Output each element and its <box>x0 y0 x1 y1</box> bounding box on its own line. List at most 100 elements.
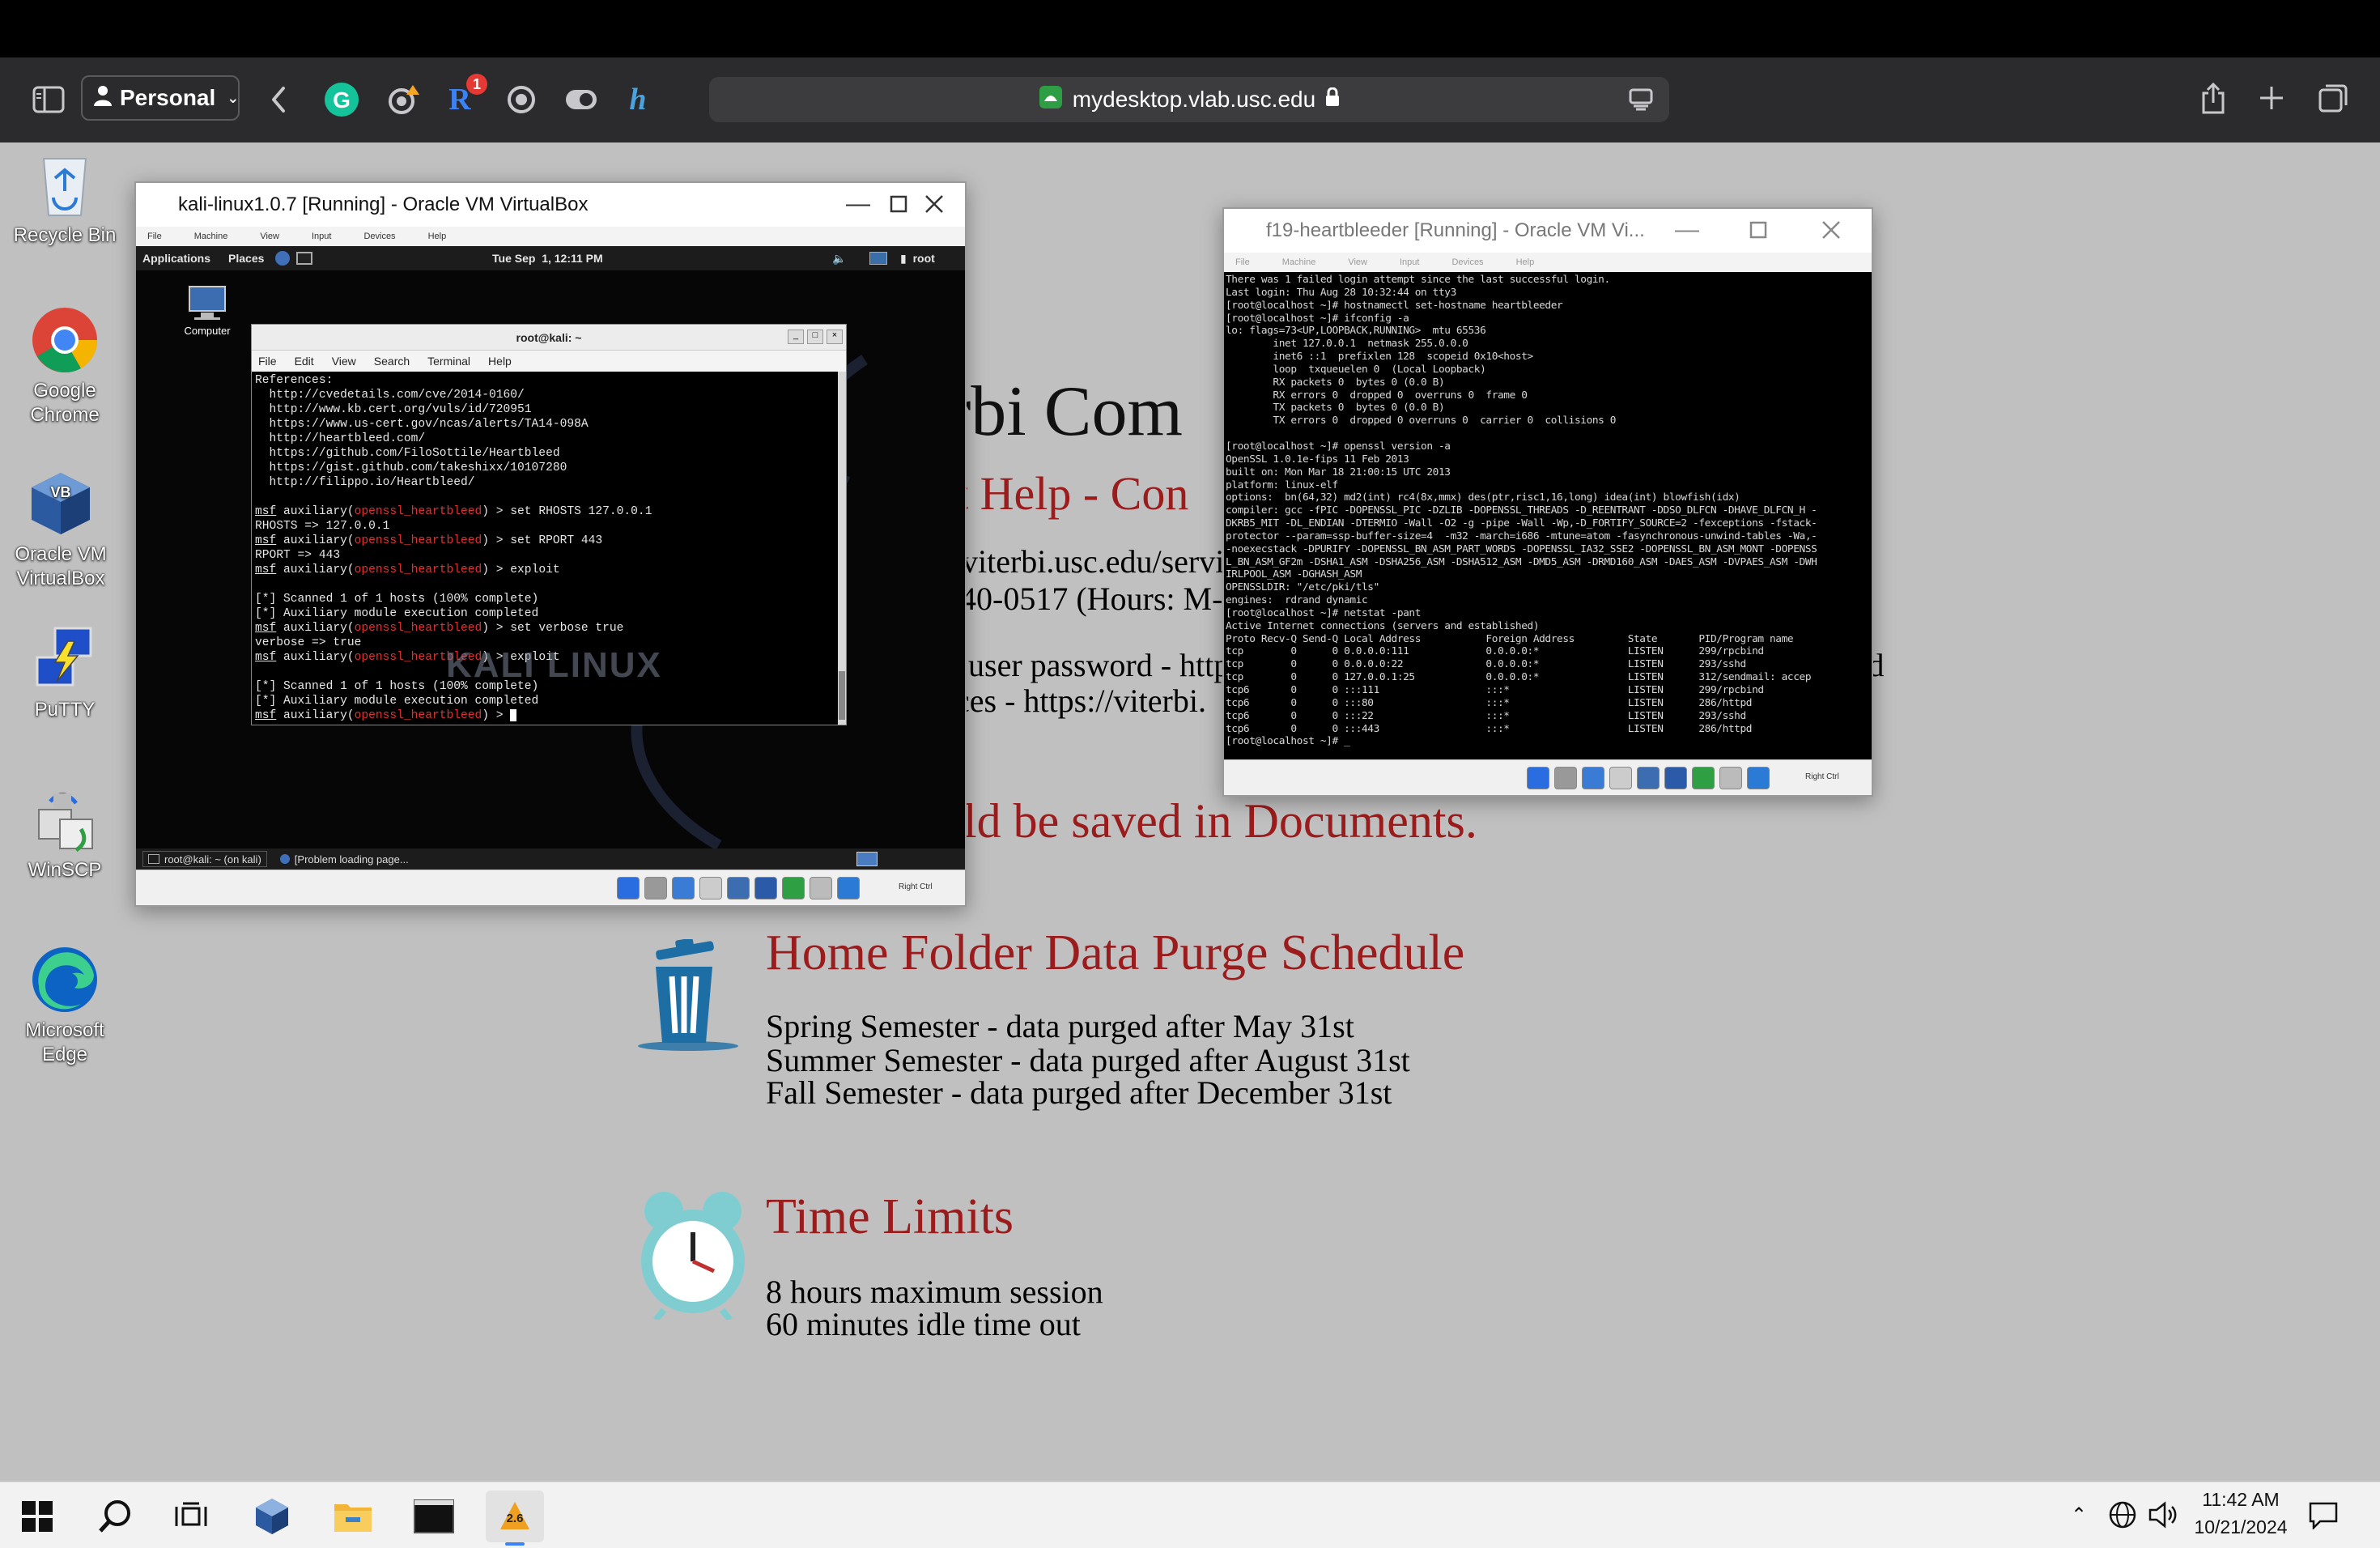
menu-item[interactable]: File <box>147 232 162 241</box>
terminal-line: [*] Scanned 1 of 1 hosts (100% complete) <box>255 593 539 606</box>
toggle-extension-icon[interactable] <box>562 80 601 119</box>
terminal-launcher-icon[interactable] <box>296 252 313 265</box>
maximize-button[interactable] <box>882 188 915 220</box>
start-button[interactable] <box>11 1491 63 1542</box>
cpu-icon[interactable] <box>782 877 805 899</box>
menu-item[interactable]: File <box>1235 257 1250 267</box>
user-menu[interactable]: ▮ root <box>900 252 935 266</box>
shared-folder-icon[interactable] <box>1582 767 1604 789</box>
notifications-icon[interactable] <box>2309 1502 2338 1533</box>
minimize-button[interactable]: — <box>842 188 874 220</box>
taskbar-terminal[interactable] <box>408 1491 460 1542</box>
host-key-label: Right Ctrl <box>899 882 933 891</box>
minimize-icon[interactable]: _ <box>788 330 804 344</box>
desktop-icon-winscp[interactable]: WinSCP <box>0 785 130 882</box>
cpu-icon[interactable] <box>1692 767 1715 789</box>
download-icon[interactable] <box>837 877 860 899</box>
menu-item[interactable]: View <box>1348 257 1367 267</box>
menu-item[interactable]: View <box>332 355 356 368</box>
taskbar-file-explorer[interactable] <box>327 1491 379 1542</box>
circle-extension-icon[interactable] <box>502 80 541 119</box>
honey-extension-icon[interactable]: h <box>618 80 657 119</box>
console-line: loop txqueuelen 0 (Local Loopback) <box>1226 363 1486 376</box>
desktop-icon-chrome[interactable]: Google Chrome <box>0 306 130 427</box>
menu-item[interactable]: Machine <box>194 232 228 241</box>
menu-item[interactable]: Search <box>374 355 410 368</box>
display-icon[interactable] <box>1609 767 1632 789</box>
close-icon[interactable]: × <box>827 330 843 344</box>
desktop-icon-virtualbox[interactable]: VB Oracle VM VirtualBox <box>0 470 130 591</box>
desktop-icon-putty[interactable]: PuTTY <box>0 625 130 722</box>
menu-item[interactable]: Edit <box>295 355 314 368</box>
menu-item[interactable]: Help <box>1516 257 1535 267</box>
terminal-window-controls[interactable]: _ □ × <box>788 330 843 344</box>
menu-item[interactable]: View <box>260 232 279 241</box>
heartbleeder-console[interactable]: There was 1 failed login attempt since t… <box>1224 272 1872 759</box>
taskbar-heartbleeder-vm[interactable]: 2.6 <box>486 1491 544 1546</box>
network-icon[interactable] <box>869 252 887 265</box>
shared-folder-icon[interactable] <box>672 877 695 899</box>
desktop-icon-edge[interactable]: Microsoft Edge <box>0 946 130 1067</box>
mouse-integration-icon[interactable] <box>810 877 832 899</box>
mouse-integration-icon[interactable] <box>1719 767 1742 789</box>
kali-guest-screen[interactable]: Applications Places Tue Sep 1, 12:11 PM … <box>136 246 965 870</box>
usb-icon[interactable] <box>1554 767 1577 789</box>
close-button[interactable] <box>918 188 950 220</box>
share-icon[interactable] <box>2197 79 2229 117</box>
taskbar-virtualbox[interactable] <box>246 1491 298 1542</box>
show-hidden-icons-button[interactable]: ⌃ <box>2071 1503 2087 1527</box>
menu-item[interactable]: Input <box>1400 257 1419 267</box>
clock-time[interactable]: 11:42 AM <box>2192 1489 2289 1511</box>
windows-logo-icon <box>22 1501 53 1532</box>
profile-button[interactable]: Personal ⌄ <box>81 75 240 121</box>
taskbar-task-browser[interactable]: [Problem loading page... <box>275 851 414 867</box>
computer-desktop-icon[interactable]: Computer <box>175 285 240 337</box>
record-extension-icon[interactable] <box>384 80 423 119</box>
language-icon[interactable] <box>2108 1500 2137 1533</box>
network-status-icon[interactable] <box>1664 767 1687 789</box>
browser-toolbar: Personal ⌄ G R 1 h mydesktop.vlab.usc.ed… <box>0 57 2380 142</box>
terminal-scrollbar[interactable] <box>838 372 846 725</box>
sidebar-toggle-icon[interactable] <box>29 82 68 117</box>
new-tab-icon[interactable] <box>2254 80 2289 116</box>
optical-drive-icon[interactable] <box>617 877 640 899</box>
console-line: tcp6 0 0 :::80 :::* LISTEN 286/httpd <box>1226 696 1753 709</box>
maximize-button[interactable] <box>1742 214 1774 246</box>
menu-item[interactable]: Help <box>488 355 512 368</box>
task-view-button[interactable] <box>165 1491 217 1542</box>
menu-item[interactable]: Devices <box>363 232 395 241</box>
menu-item[interactable]: Machine <box>1282 257 1316 267</box>
menu-item[interactable]: Terminal <box>427 355 470 368</box>
address-bar[interactable]: mydesktop.vlab.usc.edu <box>709 77 1669 122</box>
volume-icon[interactable] <box>2148 1500 2179 1533</box>
applications-menu[interactable]: Applications <box>142 252 210 265</box>
usb-icon[interactable] <box>644 877 667 899</box>
taskbar-task-terminal[interactable]: root@kali: ~ (on kali) <box>142 851 267 867</box>
menu-item[interactable]: Help <box>428 232 447 241</box>
volume-icon[interactable]: 🔈 <box>832 252 846 266</box>
download-icon[interactable] <box>1747 767 1770 789</box>
screen-icon[interactable] <box>727 877 750 899</box>
search-button[interactable] <box>89 1491 141 1542</box>
places-menu[interactable]: Places <box>228 252 264 265</box>
screen-icon[interactable] <box>1637 767 1660 789</box>
optical-drive-icon[interactable] <box>1527 767 1549 789</box>
reader-mode-icon[interactable] <box>1629 88 1653 117</box>
close-button[interactable] <box>1815 214 1847 246</box>
maximize-icon[interactable]: □ <box>807 330 823 344</box>
display-icon[interactable] <box>699 877 722 899</box>
grammarly-extension-icon[interactable]: G <box>322 80 361 119</box>
menu-item[interactable]: Input <box>312 232 331 241</box>
workspace-switcher[interactable] <box>856 852 878 866</box>
iceweasel-icon[interactable] <box>275 251 291 266</box>
back-icon[interactable] <box>262 80 295 119</box>
terminal-line: [*] Auxiliary module execution completed <box>255 607 539 620</box>
readwise-extension-icon[interactable]: R 1 <box>440 74 487 119</box>
tab-overview-icon[interactable] <box>2315 80 2351 116</box>
clock-date[interactable]: 10/21/2024 <box>2184 1516 2297 1538</box>
network-status-icon[interactable] <box>754 877 777 899</box>
menu-item[interactable]: File <box>258 355 277 368</box>
minimize-button[interactable]: — <box>1671 214 1703 246</box>
desktop-icon-recycle-bin[interactable]: Recycle Bin <box>0 151 130 248</box>
menu-item[interactable]: Devices <box>1451 257 1483 267</box>
